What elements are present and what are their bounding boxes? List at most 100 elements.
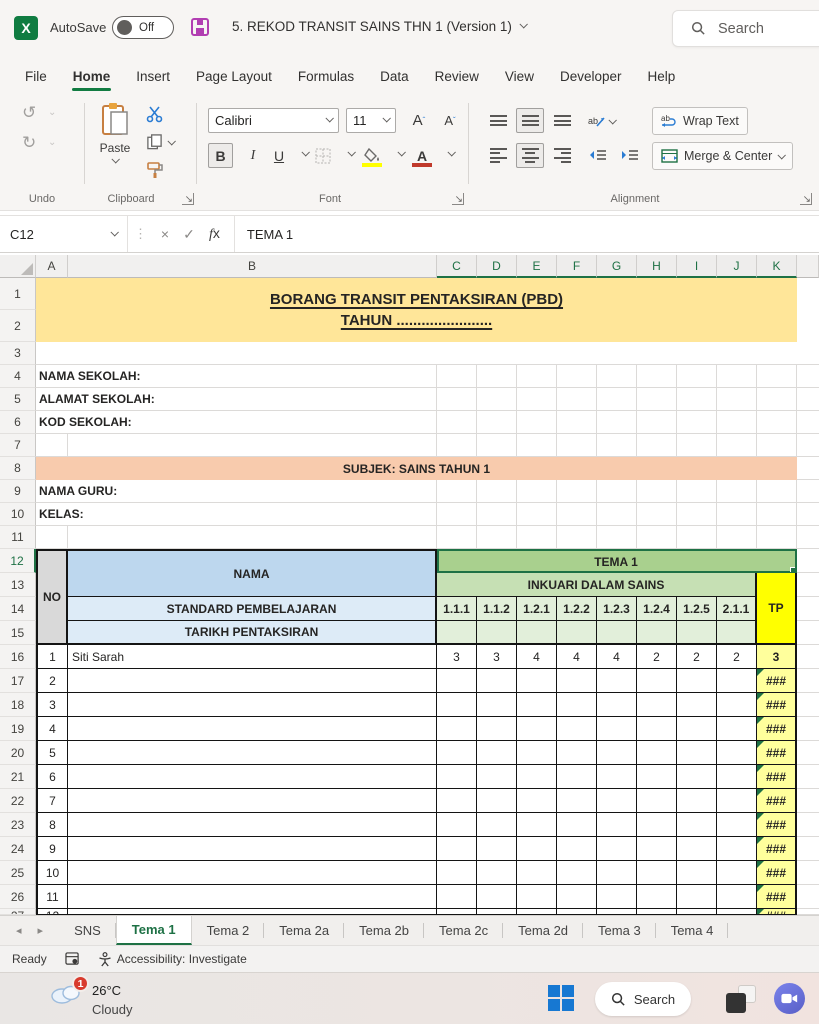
- cell[interactable]: [597, 365, 637, 388]
- cell[interactable]: [797, 549, 819, 573]
- mark-cell-4-1.2.3[interactable]: [597, 717, 637, 741]
- mark-cell-1-1.2.4[interactable]: 2: [637, 645, 677, 669]
- sheet-nav-left-icon[interactable]: ◂: [16, 924, 22, 937]
- row-header-9[interactable]: 9: [0, 480, 36, 503]
- tp-cell-9[interactable]: ###: [757, 837, 797, 861]
- align-top-button[interactable]: [484, 108, 512, 133]
- cell[interactable]: [477, 365, 517, 388]
- cell[interactable]: [797, 573, 819, 597]
- student-no-2[interactable]: 2: [36, 669, 68, 693]
- shrink-font-button[interactable]: Aˇ: [437, 108, 463, 133]
- mark-cell-7-1.1.2[interactable]: [477, 789, 517, 813]
- sheet-nav-right-icon[interactable]: ▸: [38, 924, 44, 937]
- student-no-6[interactable]: 6: [36, 765, 68, 789]
- cell[interactable]: [797, 365, 819, 388]
- cell[interactable]: [797, 741, 819, 765]
- row-header-7[interactable]: 7: [0, 434, 36, 457]
- student-no-4[interactable]: 4: [36, 717, 68, 741]
- info-label-row-9[interactable]: NAMA GURU:: [36, 480, 437, 503]
- column-header-G[interactable]: G: [597, 255, 637, 278]
- cell[interactable]: [797, 861, 819, 885]
- cell[interactable]: [677, 365, 717, 388]
- cell[interactable]: [68, 526, 437, 549]
- tarikh-cell[interactable]: [597, 621, 637, 645]
- mark-cell-11-2.1.1[interactable]: [717, 885, 757, 909]
- cell[interactable]: [557, 480, 597, 503]
- cell[interactable]: [437, 434, 477, 457]
- mark-cell-9-1.2.1[interactable]: [517, 837, 557, 861]
- cell[interactable]: [757, 388, 797, 411]
- macro-record-button[interactable]: [65, 952, 80, 966]
- cancel-button[interactable]: ×: [153, 226, 177, 242]
- tp-cell-1[interactable]: 3: [757, 645, 797, 669]
- row-header-4[interactable]: 4: [0, 365, 36, 388]
- mark-cell-4-1.2.1[interactable]: [517, 717, 557, 741]
- cell[interactable]: [517, 526, 557, 549]
- mark-cell-1-1.2.3[interactable]: 4: [597, 645, 637, 669]
- info-label-row-10[interactable]: KELAS:: [36, 503, 437, 526]
- autosave-toggle[interactable]: Off: [112, 16, 174, 39]
- redo-button[interactable]: ↻: [22, 133, 36, 153]
- student-name-3[interactable]: [68, 693, 437, 717]
- no-header-cell[interactable]: NO: [36, 549, 68, 645]
- mark-cell-3-1.2.1[interactable]: [517, 693, 557, 717]
- paste-button[interactable]: Paste: [92, 102, 138, 180]
- tarikh-cell[interactable]: [477, 621, 517, 645]
- cell[interactable]: [677, 388, 717, 411]
- mark-cell-11-1.1.2[interactable]: [477, 885, 517, 909]
- row-header-10[interactable]: 10: [0, 503, 36, 526]
- tp-cell-8[interactable]: ###: [757, 813, 797, 837]
- cell[interactable]: [797, 526, 819, 549]
- tp-cell-6[interactable]: ###: [757, 765, 797, 789]
- mark-cell-2-1.2.2[interactable]: [557, 669, 597, 693]
- nama-header-cell[interactable]: NAMA: [68, 549, 437, 597]
- tp-cell-11[interactable]: ###: [757, 885, 797, 909]
- mark-cell-4-1.2.4[interactable]: [637, 717, 677, 741]
- cell[interactable]: [437, 526, 477, 549]
- cell[interactable]: [797, 342, 819, 365]
- mark-cell-9-1.1.2[interactable]: [477, 837, 517, 861]
- student-name-10[interactable]: [68, 861, 437, 885]
- student-name-2[interactable]: [68, 669, 437, 693]
- mark-cell-5-1.2.4[interactable]: [637, 741, 677, 765]
- mark-cell-7-2.1.1[interactable]: [717, 789, 757, 813]
- cell[interactable]: [797, 885, 819, 909]
- cell[interactable]: [797, 621, 819, 645]
- mark-cell-7-1.1.1[interactable]: [437, 789, 477, 813]
- mark-cell-5-1.2.3[interactable]: [597, 741, 637, 765]
- mark-cell-4-2.1.1[interactable]: [717, 717, 757, 741]
- subject-banner-cell[interactable]: SUBJEK: SAINS TAHUN 1: [36, 457, 797, 480]
- cell[interactable]: [437, 388, 477, 411]
- mark-cell-6-1.2.1[interactable]: [517, 765, 557, 789]
- cell[interactable]: [757, 434, 797, 457]
- cell[interactable]: [477, 434, 517, 457]
- mark-cell-10-2.1.1[interactable]: [717, 861, 757, 885]
- cell[interactable]: [597, 411, 637, 434]
- sheet-tab-tema-4[interactable]: Tema 4: [656, 916, 729, 945]
- insert-function-icon[interactable]: fx: [209, 225, 220, 243]
- cell[interactable]: [477, 480, 517, 503]
- cell[interactable]: [597, 388, 637, 411]
- cell[interactable]: [36, 342, 797, 365]
- row-header-15[interactable]: 15: [0, 621, 36, 645]
- mark-cell-11-1.2.1[interactable]: [517, 885, 557, 909]
- cell[interactable]: [597, 503, 637, 526]
- cell[interactable]: [437, 411, 477, 434]
- copy-dropdown-icon[interactable]: [167, 137, 176, 146]
- mark-cell-6-1.1.1[interactable]: [437, 765, 477, 789]
- ribbon-tab-review[interactable]: Review: [422, 60, 492, 93]
- mark-cell-10-1.2.5[interactable]: [677, 861, 717, 885]
- tp-cell-7[interactable]: ###: [757, 789, 797, 813]
- row-header-20[interactable]: 20: [0, 741, 36, 765]
- task-view-button[interactable]: [726, 985, 756, 1013]
- cell[interactable]: [36, 526, 68, 549]
- row-header-22[interactable]: 22: [0, 789, 36, 813]
- weather-widget[interactable]: 1 26°C Cloudy: [48, 975, 132, 1019]
- mark-cell-3-1.1.2[interactable]: [477, 693, 517, 717]
- code-header-1.2.5[interactable]: 1.2.5: [677, 597, 717, 621]
- taskbar-search-button[interactable]: Search: [595, 982, 691, 1016]
- row-header-18[interactable]: 18: [0, 693, 36, 717]
- cell[interactable]: [36, 434, 68, 457]
- cell[interactable]: [677, 411, 717, 434]
- row-header-12[interactable]: 12: [0, 549, 36, 573]
